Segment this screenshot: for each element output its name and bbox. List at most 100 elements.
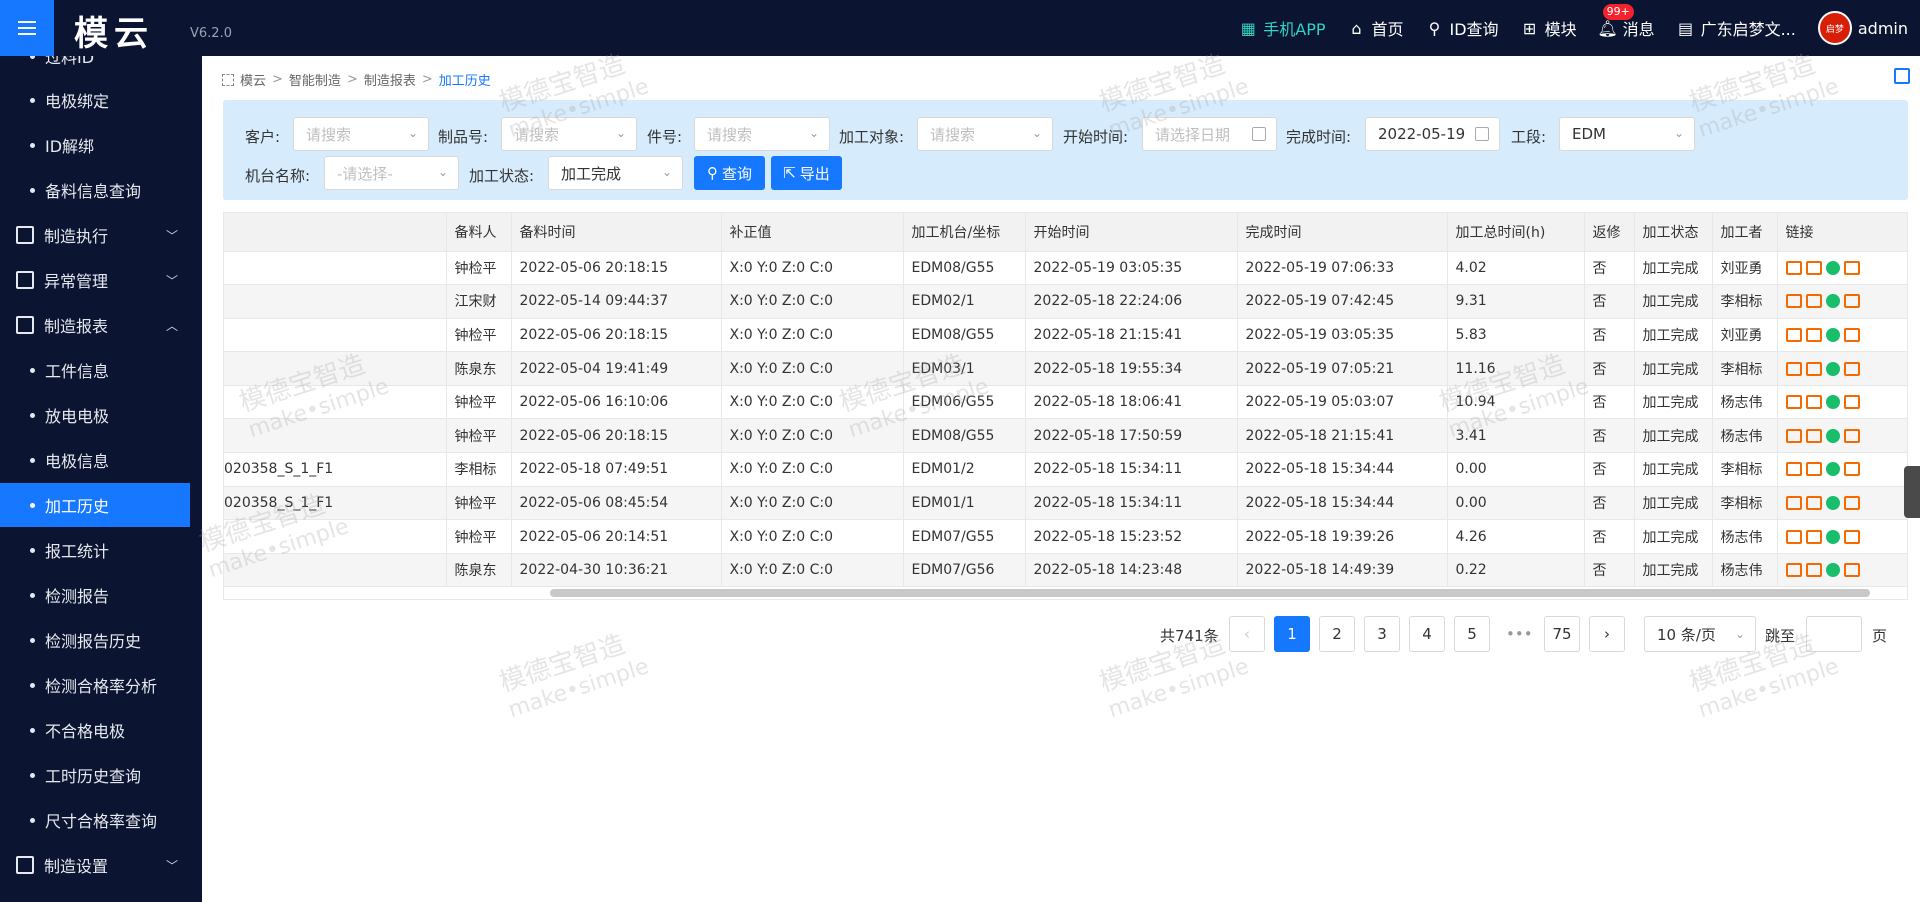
sidebar-item[interactable]: 放电电极	[0, 393, 190, 437]
table-row[interactable]: 钟检平 2022-05-06 16:10:06 X:0 Y:0 Z:0 C:0 EDM…	[224, 385, 1907, 420]
document-link-icon[interactable]	[1785, 495, 1802, 510]
status-link-icon[interactable]	[1825, 294, 1840, 309]
status-link-icon[interactable]	[1825, 428, 1840, 443]
page-ellipsis[interactable]: •••	[1506, 625, 1533, 643]
copy-link-icon[interactable]	[1805, 361, 1822, 376]
status-link-icon[interactable]	[1825, 260, 1840, 275]
messages-link[interactable]: 🔔︎ 99+ 消息	[1597, 4, 1655, 40]
status-link-icon[interactable]	[1825, 327, 1840, 342]
page-button[interactable]: 2	[1319, 616, 1355, 652]
column-header[interactable]: 开始时间	[1025, 213, 1238, 252]
jump-page-input[interactable]	[1806, 616, 1862, 652]
page-button[interactable]: 3	[1364, 616, 1400, 652]
sidebar-item[interactable]: 不合格电极	[0, 708, 190, 752]
list-link-icon[interactable]	[1843, 361, 1860, 376]
product-select[interactable]: 请搜索 ⌄	[501, 117, 637, 151]
machine-select[interactable]: -请选择- ⌄	[324, 156, 459, 190]
status-link-icon[interactable]	[1825, 563, 1840, 578]
object-select[interactable]: 请搜索 ⌄	[917, 117, 1053, 151]
fullscreen-icon[interactable]	[222, 73, 234, 86]
sidebar-item[interactable]: 工件信息	[0, 348, 190, 392]
menu-toggle-button[interactable]	[0, 0, 54, 56]
column-settings-icon[interactable]	[1894, 68, 1910, 84]
mobile-app-link[interactable]: ▦ 手机APP	[1239, 16, 1326, 40]
column-header[interactable]	[224, 213, 447, 252]
document-link-icon[interactable]	[1785, 563, 1802, 578]
list-link-icon[interactable]	[1843, 395, 1860, 410]
home-link[interactable]: ⌂ 首页	[1348, 16, 1403, 40]
user-menu[interactable]: 启梦 admin	[1817, 11, 1908, 45]
column-header[interactable]: 补正值	[721, 213, 904, 252]
column-header[interactable]: 加工状态	[1634, 213, 1713, 252]
sidebar-item[interactable]: 加工历史	[0, 483, 190, 527]
list-link-icon[interactable]	[1843, 428, 1860, 443]
sidebar-item[interactable]: 电极绑定	[0, 78, 190, 122]
list-link-icon[interactable]	[1843, 529, 1860, 544]
document-link-icon[interactable]	[1785, 260, 1802, 275]
page-button[interactable]: 5	[1454, 616, 1490, 652]
horizontal-scrollbar[interactable]	[550, 589, 1870, 597]
sidebar-item[interactable]: 备料信息查询	[0, 168, 190, 212]
side-drawer-handle[interactable]	[1904, 466, 1920, 518]
start-date-picker[interactable]: 请选择日期	[1142, 117, 1277, 151]
copy-link-icon[interactable]	[1805, 428, 1822, 443]
end-date-picker[interactable]: 2022-05-19	[1365, 117, 1500, 151]
table-row[interactable]: 江宋财 2022-05-14 09:44:37 X:0 Y:0 Z:0 C:0 EDM…	[224, 284, 1907, 319]
document-link-icon[interactable]	[1785, 294, 1802, 309]
copy-link-icon[interactable]	[1805, 327, 1822, 342]
sidebar-item[interactable]: 电极信息	[0, 438, 190, 482]
sidebar-scrollbar[interactable]	[190, 56, 202, 902]
page-size-select[interactable]: 10 条/页 ⌄	[1644, 616, 1756, 652]
copy-link-icon[interactable]	[1805, 563, 1822, 578]
status-link-icon[interactable]	[1825, 529, 1840, 544]
customer-select[interactable]: 请搜索 ⌄	[293, 117, 429, 151]
status-link-icon[interactable]	[1825, 395, 1840, 410]
column-header[interactable]: 加工者	[1712, 213, 1778, 252]
document-link-icon[interactable]	[1785, 462, 1802, 477]
copy-link-icon[interactable]	[1805, 294, 1822, 309]
table-row[interactable]: 020358_S_1_F1 李相标 2022-05-18 07:49:51 X:0 Y…	[224, 452, 1907, 487]
copy-link-icon[interactable]	[1805, 462, 1822, 477]
status-link-icon[interactable]	[1825, 361, 1840, 376]
column-header[interactable]: 加工机台/坐标	[903, 213, 1026, 252]
column-header[interactable]: 返修	[1584, 213, 1635, 252]
table-row[interactable]: 钟检平 2022-05-06 20:14:51 X:0 Y:0 Z:0 C:0 EDM…	[224, 519, 1907, 554]
table-row[interactable]: 陈泉东 2022-04-30 10:36:21 X:0 Y:0 Z:0 C:0 EDM…	[224, 553, 1907, 588]
list-link-icon[interactable]	[1843, 563, 1860, 578]
column-header[interactable]: 链接	[1777, 213, 1907, 252]
list-link-icon[interactable]	[1843, 495, 1860, 510]
document-link-icon[interactable]	[1785, 428, 1802, 443]
breadcrumb-item[interactable]: 制造报表	[364, 70, 416, 89]
prev-page-button[interactable]: ‹	[1229, 616, 1265, 652]
modules-link[interactable]: ⊞ 模块	[1521, 16, 1577, 40]
list-link-icon[interactable]	[1843, 327, 1860, 342]
sidebar-item[interactable]: 报工统计	[0, 528, 190, 572]
column-header[interactable]: 备料时间	[511, 213, 722, 252]
table-row[interactable]: 钟检平 2022-05-06 20:18:15 X:0 Y:0 Z:0 C:0 EDM…	[224, 251, 1907, 286]
breadcrumb-item[interactable]: 模云	[240, 70, 266, 89]
app-logo[interactable]: 模云	[74, 6, 154, 55]
copy-link-icon[interactable]	[1805, 529, 1822, 544]
export-button[interactable]: ⇱ 导出	[771, 156, 842, 190]
status-link-icon[interactable]	[1825, 462, 1840, 477]
list-link-icon[interactable]	[1843, 462, 1860, 477]
status-link-icon[interactable]	[1825, 495, 1840, 510]
document-link-icon[interactable]	[1785, 327, 1802, 342]
copy-link-icon[interactable]	[1805, 260, 1822, 275]
table-row[interactable]: 钟检平 2022-05-06 20:18:15 X:0 Y:0 Z:0 C:0 EDM…	[224, 418, 1907, 454]
sidebar-item[interactable]: 制造报表 ︿	[0, 303, 190, 347]
id-query-link[interactable]: ⚲ ID查询	[1426, 16, 1499, 40]
sidebar-item[interactable]: 检测报告	[0, 573, 190, 617]
sidebar-item[interactable]: 过料ID	[0, 56, 190, 78]
column-header[interactable]: 备料人	[446, 213, 512, 252]
document-link-icon[interactable]	[1785, 529, 1802, 544]
sidebar-item[interactable]: 检测合格率分析	[0, 663, 190, 707]
sidebar-item[interactable]: 尺寸合格率查询	[0, 798, 190, 842]
page-button[interactable]: 4	[1409, 616, 1445, 652]
table-row[interactable]: 020358_S_1_F1 钟检平 2022-05-06 08:45:54 X:0 Y…	[224, 486, 1907, 521]
sidebar-item[interactable]: 工时历史查询	[0, 753, 190, 797]
list-link-icon[interactable]	[1843, 294, 1860, 309]
breadcrumb-item[interactable]: 智能制造	[289, 70, 341, 89]
sidebar-item[interactable]: 异常管理 ﹀	[0, 258, 190, 302]
document-link-icon[interactable]	[1785, 361, 1802, 376]
